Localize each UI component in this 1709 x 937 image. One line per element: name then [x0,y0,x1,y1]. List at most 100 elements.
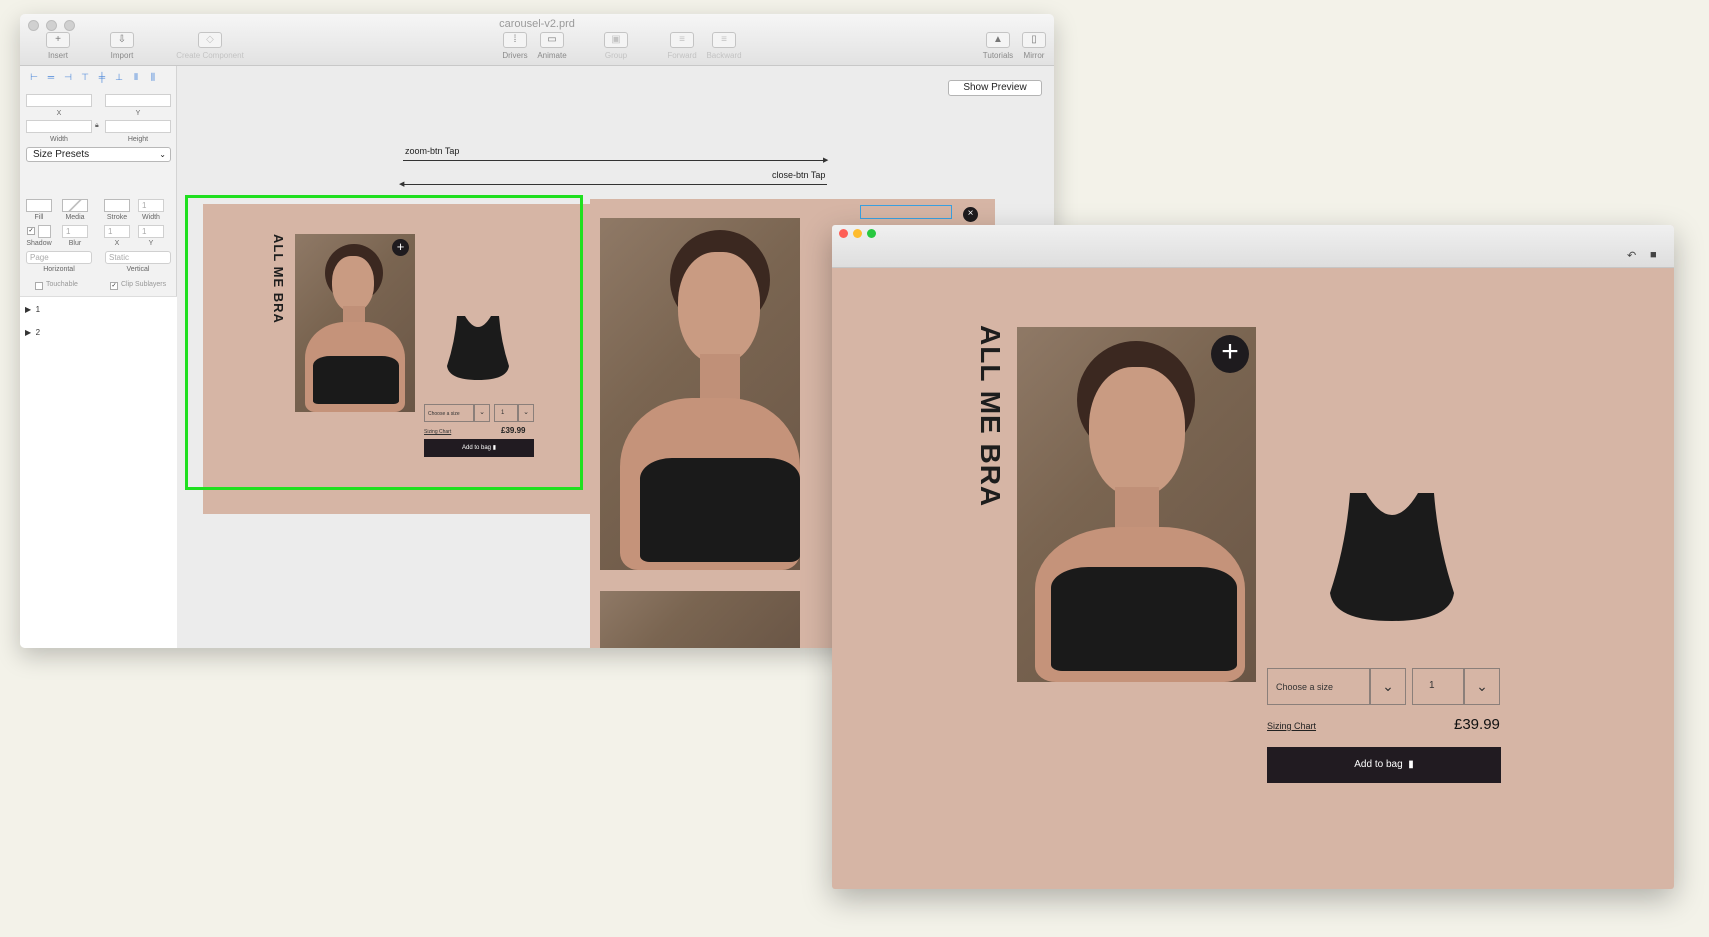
connection-arrow-left[interactable] [403,184,827,185]
toolbar-label: Mirror [1023,51,1045,60]
horizontal-value: Page [30,253,49,262]
vertical-value: Static [109,253,130,262]
lock-icon[interactable]: 🔒︎ [95,122,99,130]
close-hotspot-outline [860,205,952,219]
document-title: carousel-v2.prd [499,18,575,30]
touchable-label: Touchable [46,281,78,288]
width-field[interactable] [26,120,92,133]
inspector-panel: ⊢ ═ ⊣ ⊤ ╪ ⊥ ⫴ ⫼ X Y Width 🔒︎ Height Size… [20,66,177,648]
animate-icon: ▭ [540,32,564,48]
touchable-checkbox[interactable] [35,282,43,290]
connection-label: zoom-btn Tap [405,146,460,156]
minimize-window-button[interactable] [853,229,862,238]
layer-item[interactable]: ▶ 1 [25,305,40,314]
add-to-bag-label: Add to bag [1354,759,1403,770]
align-top-icon[interactable]: ⊤ [79,72,91,82]
layer-item[interactable]: ▶ 2 [25,328,40,337]
toolbar-backward-button[interactable]: ≡ Backward [698,32,750,60]
blur-label: Blur [68,240,82,247]
arrowhead-left-icon: ◀ [399,181,405,188]
zoom-window-button[interactable] [867,229,876,238]
shadow-swatch[interactable] [38,225,51,238]
layer-label: 1 [35,305,41,314]
toolbar-animate-button[interactable]: ▭ Animate [526,32,578,60]
sizing-chart-link[interactable]: Sizing Chart [1267,721,1316,731]
shadow-y-field[interactable]: 1 [138,225,164,238]
backward-icon: ≡ [712,32,736,48]
size-presets-select[interactable]: Size Presets ⌄ [26,147,171,162]
toolbar-insert-button[interactable]: + Insert [32,32,84,60]
align-right-icon[interactable]: ⊣ [62,72,74,82]
toolbar-create-component-button[interactable]: ◇ Create Component [162,32,258,60]
layers-list: ▶ 1 ▶ 2 [20,296,177,648]
vertical-select[interactable]: Static [105,251,171,264]
clip-sublayers-checkbox[interactable]: ✓ [110,282,118,290]
toolbar-label: Group [604,51,628,60]
disclosure-triangle-icon[interactable]: ▶ [25,305,31,314]
model-photo [1017,327,1256,682]
stroke-label: Stroke [106,214,128,221]
component-icon: ◇ [198,32,222,48]
size-placeholder: Choose a size [1276,682,1334,692]
width-label: Width [50,136,68,143]
toolbar-label: Insert [47,51,68,60]
toolbar-label: Backward [706,51,742,60]
price: £39.99 [1454,716,1500,733]
stroke-swatch[interactable] [104,199,130,212]
disclosure-triangle-icon[interactable]: ▶ [25,328,31,337]
editor-titlebar: carousel-v2.prd + Insert ⇩ Import ◇ Crea… [20,14,1054,66]
toolbar-mirror-button[interactable]: ▯ Mirror [1008,32,1054,60]
shadow-x-label: X [114,240,120,247]
quantity-select[interactable]: 1 [1412,668,1464,705]
preview-window: ↶ ■ ALL ME BRA + Choose a size ⌄ 1 ⌄ Siz… [832,225,1674,889]
connection-label: close-btn Tap [772,170,826,180]
mirror-icon: ▯ [1022,32,1046,48]
toolbar-label: Import [110,51,134,60]
plus-icon: + [46,32,70,48]
forward-icon: ≡ [670,32,694,48]
stroke-width-label: Width [142,214,160,221]
fill-swatch[interactable] [26,199,52,212]
add-to-bag-button[interactable]: Add to bag ▮ [1267,747,1501,783]
import-icon: ⇩ [110,32,134,48]
media-swatch[interactable] [62,199,88,212]
connection-arrow-right[interactable] [403,160,827,161]
height-field[interactable] [105,120,171,133]
preview-titlebar: ↶ ■ [832,225,1674,268]
shadow-checkbox[interactable]: ✓ [27,227,35,235]
toolbar-import-button[interactable]: ⇩ Import [96,32,148,60]
distribute-v-icon[interactable]: ⫼ [147,72,159,82]
blur-field[interactable]: 1 [62,225,88,238]
stroke-width-field[interactable]: 1 [138,199,164,212]
bra-product-image [1317,485,1467,630]
align-center-icon[interactable]: ═ [45,72,57,82]
zoom-plus-icon[interactable]: + [1211,335,1249,373]
layer-label: 2 [35,328,41,337]
selection-outline [185,195,583,490]
x-field[interactable] [26,94,92,107]
distribute-h-icon[interactable]: ⫴ [130,72,142,82]
chevron-down-icon[interactable]: ⌄ [1464,668,1500,705]
size-select[interactable]: Choose a size [1267,668,1370,705]
close-icon[interactable]: × [963,207,978,222]
model-photo-large [600,218,800,570]
model-photo-next [600,591,800,648]
align-bottom-icon[interactable]: ⊥ [113,72,125,82]
tutorials-icon: ▲ [986,32,1010,48]
drivers-icon: ⁞ [503,32,527,48]
close-window-button[interactable] [839,229,848,238]
align-middle-icon[interactable]: ╪ [96,72,108,82]
y-label: Y [135,110,141,117]
arrowhead-right-icon: ▶ [823,157,829,164]
y-field[interactable] [105,94,171,107]
horizontal-select[interactable]: Page [26,251,92,264]
chevron-down-icon[interactable]: ⌄ [1370,668,1406,705]
undo-icon[interactable]: ↶ [1627,249,1636,262]
chevron-down-icon: ⌄ [159,150,166,159]
video-camera-icon[interactable]: ■ [1650,249,1657,261]
show-preview-button[interactable]: Show Preview [948,80,1042,96]
shadow-x-field[interactable]: 1 [104,225,130,238]
toolbar-label: Animate [537,51,567,60]
align-left-icon[interactable]: ⊢ [28,72,40,82]
toolbar-group-button[interactable]: ▣ Group [590,32,642,60]
